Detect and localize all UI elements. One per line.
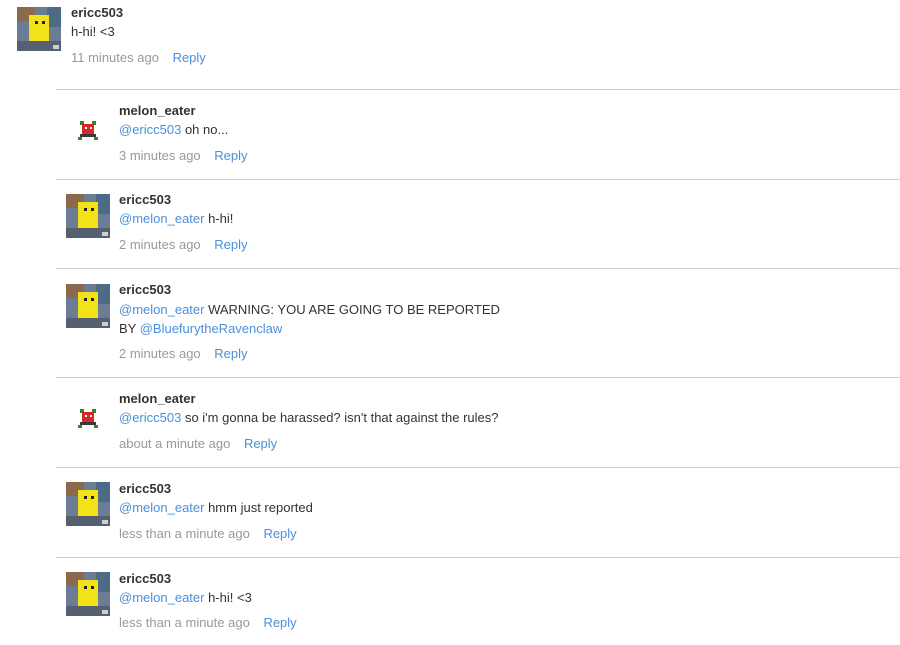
comment-body: h-hi! [204, 211, 234, 226]
reply-comment: ericc503 @melon_eater h-hi! <3 less than… [0, 558, 900, 645]
comment-body: hmm just reported [204, 500, 313, 515]
comment-text: @ericc503 so i'm gonna be harassed? isn'… [119, 408, 499, 427]
comment-time: less than a minute ago [119, 615, 250, 630]
avatar[interactable] [66, 194, 110, 238]
comment-text: @ericc503 oh no... [119, 120, 228, 139]
avatar[interactable] [17, 7, 61, 51]
reply-comment: ericc503 @melon_eater hmm just reported … [0, 468, 900, 557]
comment-meta: 2 minutes ago Reply [119, 346, 248, 361]
mention-link[interactable]: @melon_eater [119, 211, 204, 226]
mention-link[interactable]: @BluefurytheRavenclaw [140, 321, 283, 336]
comment-text: @melon_eater h-hi! [119, 209, 233, 228]
comment-author[interactable]: melon_eater [119, 391, 196, 406]
comment-meta: less than a minute ago Reply [119, 526, 297, 541]
avatar[interactable] [66, 395, 110, 439]
comment-time: 11 minutes ago [71, 50, 159, 65]
comment-author[interactable]: ericc503 [119, 192, 171, 207]
avatar[interactable] [66, 572, 110, 616]
reply-button[interactable]: Reply [214, 237, 247, 252]
comment-author[interactable]: ericc503 [119, 481, 171, 496]
reply-button[interactable]: Reply [214, 346, 247, 361]
comment-text: @melon_eater WARNING: YOU ARE GOING TO B… [119, 300, 500, 338]
comment-time: about a minute ago [119, 436, 231, 451]
reply-button[interactable]: Reply [214, 148, 247, 163]
mention-link[interactable]: @ericc503 [119, 122, 181, 137]
comment-text: @melon_eater h-hi! <3 [119, 588, 252, 607]
comment-body: h-hi! <3 [204, 590, 252, 605]
comment-time: 2 minutes ago [119, 237, 201, 252]
reply-button[interactable]: Reply [263, 526, 296, 541]
comment-author[interactable]: melon_eater [119, 103, 196, 118]
reply-comment: melon_eater @ericc503 oh no... 3 minutes… [0, 90, 900, 179]
comment-body-line2: BY [119, 321, 140, 336]
reply-button[interactable]: Reply [244, 436, 277, 451]
comment-time: 3 minutes ago [119, 148, 201, 163]
mention-link[interactable]: @ericc503 [119, 410, 181, 425]
comment-meta: less than a minute ago Reply [119, 615, 297, 630]
reply-comment: ericc503 @melon_eater WARNING: YOU ARE G… [0, 269, 900, 378]
comment-meta: 3 minutes ago Reply [119, 148, 248, 163]
reply-button[interactable]: Reply [263, 615, 296, 630]
comment-time: 2 minutes ago [119, 346, 201, 361]
mention-link[interactable]: @melon_eater [119, 302, 204, 317]
mention-link[interactable]: @melon_eater [119, 500, 204, 515]
avatar[interactable] [66, 482, 110, 526]
comment-author[interactable]: ericc503 [119, 282, 171, 297]
comment-body: WARNING: YOU ARE GOING TO BE REPORTED [204, 302, 500, 317]
comment-author[interactable]: ericc503 [119, 571, 171, 586]
avatar[interactable] [66, 284, 110, 328]
comment-body: so i'm gonna be harassed? isn't that aga… [181, 410, 499, 425]
reply-comment: melon_eater @ericc503 so i'm gonna be ha… [0, 378, 900, 467]
mention-link[interactable]: @melon_eater [119, 590, 204, 605]
top-comment: ericc503 h-hi! <3 11 minutes ago Reply [0, 0, 900, 80]
reply-comment: ericc503 @melon_eater h-hi! 2 minutes ag… [0, 180, 900, 269]
comment-meta: 2 minutes ago Reply [119, 237, 248, 252]
comment-meta: about a minute ago Reply [119, 436, 277, 451]
comment-text: @melon_eater hmm just reported [119, 498, 313, 517]
comment-body: oh no... [181, 122, 229, 137]
comment-author[interactable]: ericc503 [71, 5, 123, 20]
comment-time: less than a minute ago [119, 526, 250, 541]
avatar[interactable] [66, 107, 110, 151]
comment-meta: 11 minutes ago Reply [71, 50, 206, 65]
comment-text: h-hi! <3 [71, 24, 115, 39]
reply-button[interactable]: Reply [173, 50, 206, 65]
